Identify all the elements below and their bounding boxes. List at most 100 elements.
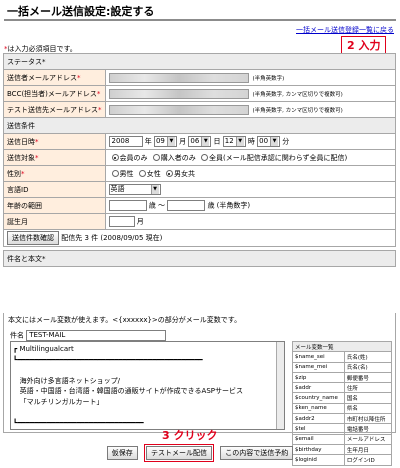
day-select[interactable]: 06 ▼	[188, 136, 212, 147]
variable-row: $addr2 市町村以降住所	[292, 413, 393, 425]
target-option-label: 全員(メール配信承認に関わらず全員に配信)	[208, 153, 348, 162]
bcc-email-input[interactable]	[108, 88, 249, 99]
back-to-list-link[interactable]: 一括メール送信登録一覧に戻る	[296, 25, 394, 35]
test-note: (半角英数字, カンマ区切りで複数可)	[252, 107, 343, 114]
action-bar: 仮保存 テストメール配信 この内容で送信予約	[0, 444, 400, 462]
variable-row: $zip 郵便番号	[292, 371, 393, 384]
count-result: 配信先 3 件 (2008/09/05 現在)	[61, 234, 163, 242]
target-radio-all[interactable]	[200, 154, 208, 161]
variable-name: $name_mei	[292, 361, 345, 373]
year-input[interactable]: 2008	[108, 136, 143, 147]
target-radio-members[interactable]	[111, 154, 119, 161]
minute-select[interactable]: 00 ▼	[257, 136, 281, 147]
birth-month-input[interactable]	[108, 216, 135, 227]
hour-select[interactable]: 12 ▼	[222, 136, 246, 147]
bcc-note: (半角英数字, カンマ区切りで複数可)	[252, 91, 343, 98]
annotation-step2: 2 入力	[341, 36, 387, 54]
chevron-down-icon: ▼	[235, 137, 244, 146]
variable-desc: 電話番号	[343, 423, 393, 435]
page-title: 一括メール送信設定:設定する	[4, 3, 396, 21]
variable-row: $country_name 国名	[292, 392, 393, 404]
variable-row: $email メールアドレス	[292, 433, 393, 445]
chevron-down-icon: ▼	[166, 137, 175, 146]
variable-desc: 国名	[343, 392, 393, 404]
minute-unit: 分	[282, 137, 290, 146]
variable-name: $tel	[292, 423, 345, 435]
body-line	[13, 407, 282, 418]
target-label: 送信対象*	[3, 149, 106, 166]
body-line: 「マルチリンガルカート」	[13, 397, 104, 406]
language-label: 言語ID	[3, 181, 106, 198]
body-textarea[interactable]: ┏ Multilingualcart ┗━━━━━━━━━━━━━━━━━━━━━…	[10, 341, 285, 430]
variable-name: $email	[292, 433, 345, 445]
body-line: ┏ Multilingualcart	[13, 345, 74, 353]
chevron-down-icon: ▼	[201, 137, 210, 146]
hour-unit: 時	[247, 137, 255, 146]
save-draft-button[interactable]: 仮保存	[106, 446, 138, 460]
variable-desc: メールアドレス	[343, 433, 393, 445]
year-unit: 年	[144, 137, 152, 146]
birth-unit: 月	[136, 217, 144, 226]
age-to-unit: 歳 (半角数字)	[207, 201, 251, 210]
body-line: 英語・中国語・台湾語・韓国語の通販サイトが作成できるASPサービス	[13, 387, 243, 395]
variable-row: $ken_name 県名	[292, 402, 393, 415]
target-option-label: 会員のみ	[119, 153, 148, 162]
body-line: ┗━━━━━━━━━━━━━━━━━━━━━━━━━━━━━━━━━━━━━━━…	[13, 355, 203, 364]
chevron-down-icon: ▼	[270, 137, 279, 146]
bcc-label: BCC(担当者)メールアドレス*	[3, 85, 106, 102]
count-check-button[interactable]: 送信件数確認	[7, 231, 59, 245]
body-line: http://www.multilingualcart.com/	[13, 428, 282, 429]
gender-radio-both[interactable]	[165, 170, 173, 177]
gender-label: 性別*	[3, 165, 106, 182]
variable-name: $country_name	[292, 392, 345, 404]
variable-row: $addr 住所	[292, 382, 393, 394]
schedule-label: 送信日時*	[3, 133, 106, 150]
age-to-input[interactable]	[167, 200, 206, 211]
variable-desc: 氏名(名)	[343, 361, 393, 373]
gender-radio-male[interactable]	[111, 170, 119, 177]
chevron-down-icon: ▼	[150, 185, 159, 194]
month-unit: 月	[179, 137, 187, 146]
target-radio-buyers[interactable]	[152, 154, 160, 161]
content-section: 本文にはメール変数が使えます。<{xxxxxx}>の部分がメール変数です。 件名…	[3, 313, 396, 466]
variable-desc: 県名	[343, 402, 393, 415]
age-from-unit: 歳 〜	[148, 201, 165, 210]
variable-name: $zip	[292, 371, 345, 384]
sender-note: (半角英数字)	[252, 75, 285, 82]
schedule-send-button[interactable]: この内容で送信予約	[220, 446, 294, 460]
section-conditions: 送信条件	[3, 117, 396, 134]
variable-desc: 住所	[343, 382, 393, 394]
variable-desc: 市町村以降住所	[343, 413, 393, 425]
body-line: ┗━━━━━━━━━━━━━━━━━━━━━━━━━━━━━━	[13, 418, 144, 427]
scrollbar[interactable]	[276, 342, 284, 429]
variable-desc: 氏名(姓)	[343, 351, 393, 363]
gender-option-label: 男性	[119, 169, 134, 178]
section-status: ステータス*	[3, 53, 396, 70]
sender-email-input[interactable]	[108, 72, 249, 83]
section-content: 件名と本文*	[3, 250, 396, 267]
target-option-label: 購入者のみ	[160, 153, 196, 162]
variable-note: 本文にはメール変数が使えます。<{xxxxxx}>の部分がメール変数です。	[8, 316, 242, 324]
variable-name: $name_sei	[292, 351, 345, 363]
settings-form: ステータス* 送信者メールアドレス* (半角英数字) BCC(担当者)メールアド…	[3, 53, 396, 267]
sender-label: 送信者メールアドレス*	[3, 69, 106, 86]
language-select[interactable]: 英語 ▼	[108, 184, 161, 195]
gender-option-label: 女性	[146, 169, 161, 178]
test-label: テスト送信先メールアドレス*	[3, 101, 106, 118]
subject-row: 件名 TEST-MAIL	[10, 330, 167, 341]
test-mail-button[interactable]: テストメール配信	[144, 444, 214, 462]
gender-radio-female[interactable]	[138, 170, 146, 177]
age-from-input[interactable]	[108, 200, 147, 211]
body-line: 海外向け多言語ネットショップ/	[13, 376, 121, 385]
subject-label: 件名	[10, 331, 24, 340]
variable-name: $addr2	[292, 413, 345, 425]
variable-row: $name_sei 氏名(姓)	[292, 351, 393, 363]
body-line	[13, 365, 282, 376]
subject-input[interactable]: TEST-MAIL	[26, 330, 167, 341]
variable-row: $tel 電話番号	[292, 423, 393, 435]
day-unit: 日	[213, 137, 221, 146]
variable-name: $ken_name	[292, 402, 345, 415]
test-email-input[interactable]	[108, 104, 249, 115]
annotation-step3: 3 クリック	[162, 429, 218, 442]
month-select[interactable]: 09 ▼	[153, 136, 177, 147]
